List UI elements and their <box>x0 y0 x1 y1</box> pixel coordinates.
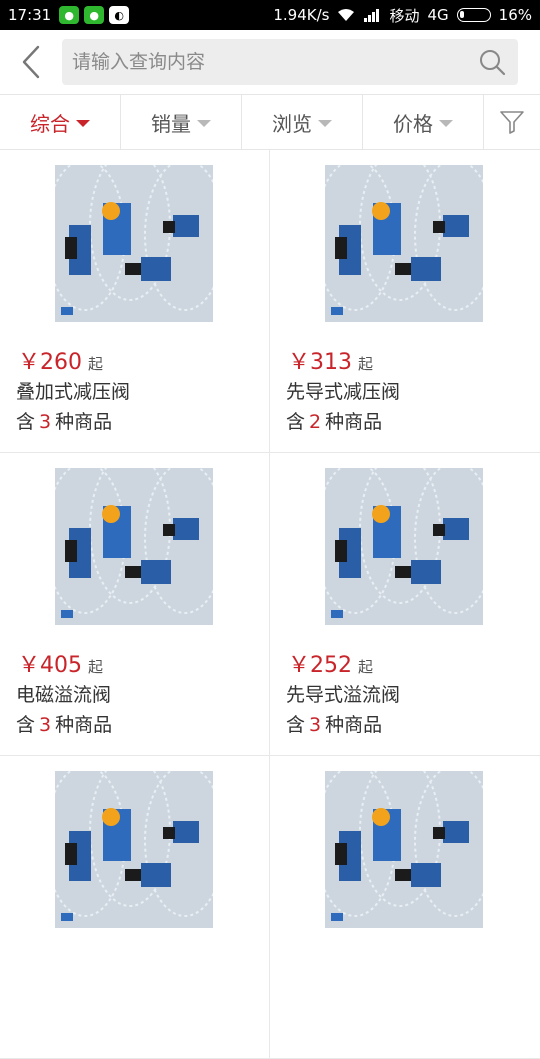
product-grid: ￥260 起 叠加式减压阀 含 3 种商品 ￥313 起 先导式减压阀 含 2 … <box>0 150 540 1059</box>
filter-sales[interactable]: 销量 <box>121 95 242 149</box>
filter-label: 浏览 <box>272 111 312 136</box>
product-count: 含 3 种商品 <box>16 407 112 434</box>
product-count: 含 3 种商品 <box>16 710 112 737</box>
status-right: 1.94K/s 移动 4G 16% <box>273 5 532 26</box>
status-time: 17:31 <box>8 6 52 24</box>
chevron-left-icon <box>22 45 40 79</box>
qq-icon: ◐ <box>109 6 130 24</box>
count-number: 3 <box>39 411 52 433</box>
product-card[interactable]: ￥260 起 叠加式减压阀 含 3 种商品 <box>0 150 270 453</box>
wechat-icon: ● <box>84 6 105 24</box>
price-value: ￥313 <box>288 350 352 375</box>
count-prefix: 含 <box>16 714 36 736</box>
product-card[interactable]: ￥313 起 先导式减压阀 含 2 种商品 <box>270 150 540 453</box>
filter-label: 销量 <box>151 111 191 136</box>
price-suffix: 起 <box>88 658 104 676</box>
product-price: ￥260 起 <box>18 344 103 376</box>
product-image <box>325 165 483 322</box>
product-image <box>325 771 483 928</box>
count-prefix: 含 <box>16 411 36 433</box>
product-name: 先导式溢流阀 <box>286 684 401 706</box>
product-image <box>55 771 213 928</box>
product-price: ￥405 起 <box>18 647 103 679</box>
count-number: 2 <box>309 411 322 433</box>
price-value: ￥260 <box>18 350 82 375</box>
product-count <box>286 1013 294 1035</box>
carrier-name: 移动 <box>389 6 420 25</box>
price-suffix: 起 <box>358 355 374 373</box>
battery-percent: 16% <box>498 6 532 24</box>
product-image <box>325 468 483 625</box>
product-count: 含 3 种商品 <box>286 710 382 737</box>
network-speed: 1.94K/s <box>273 6 330 24</box>
product-image <box>55 165 213 322</box>
caret-down-icon <box>197 119 211 127</box>
filter-funnel-button[interactable] <box>484 95 540 149</box>
count-suffix: 种商品 <box>55 411 113 433</box>
wifi-icon <box>338 9 355 21</box>
product-card[interactable] <box>270 756 540 1059</box>
count-number: 3 <box>39 714 52 736</box>
count-number: 3 <box>309 714 322 736</box>
count-suffix: 种商品 <box>325 411 383 433</box>
filter-label: 综合 <box>30 111 70 136</box>
price-suffix: 起 <box>88 355 104 373</box>
product-count: 含 2 种商品 <box>286 407 382 434</box>
caret-down-icon <box>318 119 332 127</box>
count-suffix: 种商品 <box>55 714 113 736</box>
filter-bar: 综合 销量 浏览 价格 <box>0 94 540 150</box>
price-value: ￥405 <box>18 653 82 678</box>
search-input[interactable] <box>72 51 476 73</box>
count-prefix: 含 <box>286 714 306 736</box>
caret-down-icon <box>76 119 90 127</box>
product-price: ￥313 起 <box>288 344 373 376</box>
product-card[interactable]: ￥405 起 电磁溢流阀 含 3 种商品 <box>0 453 270 756</box>
status-bar: 17:31 ● ● ◐ 1.94K/s 移动 4G 16% <box>0 0 540 30</box>
price-value: ￥252 <box>288 653 352 678</box>
count-suffix: 种商品 <box>325 714 383 736</box>
product-count <box>16 1013 24 1035</box>
filter-label: 价格 <box>393 111 433 136</box>
search-icon[interactable] <box>476 46 508 78</box>
product-card[interactable]: ￥252 起 先导式溢流阀 含 3 种商品 <box>270 453 540 756</box>
product-name: 先导式减压阀 <box>286 381 401 403</box>
product-name: 叠加式减压阀 <box>16 381 131 403</box>
product-price <box>18 950 24 975</box>
count-prefix: 含 <box>286 411 306 433</box>
price-suffix: 起 <box>358 658 374 676</box>
product-card[interactable] <box>0 756 270 1059</box>
filter-comprehensive[interactable]: 综合 <box>0 95 121 149</box>
caret-down-icon <box>439 119 453 127</box>
search-box[interactable] <box>62 39 518 85</box>
funnel-icon <box>500 111 524 134</box>
product-name: 电磁溢流阀 <box>16 684 112 706</box>
product-price: ￥252 起 <box>288 647 373 679</box>
back-button[interactable] <box>0 30 62 94</box>
battery-icon <box>456 8 491 22</box>
filter-price[interactable]: 价格 <box>363 95 484 149</box>
network-type: 4G <box>427 6 449 24</box>
filter-views[interactable]: 浏览 <box>242 95 363 149</box>
header <box>0 30 540 94</box>
product-image <box>55 468 213 625</box>
signal-icon <box>364 9 380 22</box>
product-price <box>288 950 294 975</box>
wechat-icon: ● <box>59 6 80 24</box>
